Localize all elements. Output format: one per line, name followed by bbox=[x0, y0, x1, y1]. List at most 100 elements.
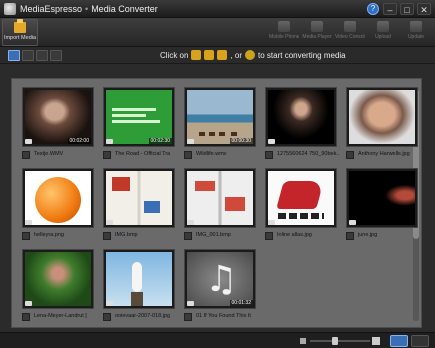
import-media-button[interactable]: Import Media bbox=[2, 19, 38, 46]
duration: 00:02:00 bbox=[67, 138, 91, 144]
media-thumbnail[interactable] bbox=[22, 249, 94, 309]
media-thumbnail[interactable]: 00:00:30 bbox=[184, 87, 256, 147]
video-filter-button[interactable] bbox=[22, 50, 34, 61]
grid-view-button[interactable] bbox=[390, 335, 408, 347]
music-note-icon: ♫ bbox=[205, 259, 238, 300]
all-media-filter-button[interactable] bbox=[8, 50, 20, 61]
module-name: Media Converter bbox=[91, 4, 158, 14]
photo-type-icon bbox=[106, 220, 113, 225]
filter-bar: Click on , or to start converting media bbox=[0, 47, 435, 64]
select-checkbox[interactable] bbox=[265, 232, 273, 240]
music-type-icon bbox=[187, 301, 194, 306]
photo-type-icon bbox=[268, 220, 275, 225]
media-thumbnail[interactable]: 00:02:00 bbox=[22, 87, 94, 147]
app-logo-icon bbox=[4, 3, 16, 15]
video-console-button[interactable]: Video Console bbox=[335, 19, 365, 46]
update-label: Update bbox=[407, 34, 425, 40]
photo-thumbnail bbox=[106, 252, 172, 306]
media-caption: ooievaar-2007-018.jpg bbox=[115, 313, 171, 319]
media-caption: Testje.WMV bbox=[34, 151, 64, 157]
photo-type-icon bbox=[268, 139, 275, 144]
hint-prefix: Click on bbox=[160, 50, 189, 60]
photo-thumbnail bbox=[25, 252, 91, 306]
media-thumbnail[interactable] bbox=[265, 168, 337, 228]
phone-icon bbox=[278, 21, 290, 32]
media-library: 00:02:00 Testje.WMV 00:02:30 The Road - … bbox=[11, 78, 422, 328]
zoom-track[interactable] bbox=[310, 340, 370, 342]
thumbnail-zoom-slider[interactable] bbox=[300, 337, 380, 345]
select-checkbox[interactable] bbox=[184, 313, 192, 321]
media-caption: 1275560624 750_90bek.. bbox=[277, 151, 339, 157]
media-caption: Lena-Meyer-Landrut [ bbox=[34, 313, 87, 319]
update-button[interactable]: Update bbox=[401, 19, 431, 46]
video-type-icon bbox=[106, 139, 113, 144]
video-frame bbox=[106, 90, 172, 144]
conversion-hint: Click on , or to start converting media bbox=[160, 50, 346, 60]
folder-icon bbox=[14, 19, 26, 33]
media-caption: 01 If You Found This It bbox=[196, 313, 251, 319]
select-checkbox[interactable] bbox=[184, 151, 192, 159]
select-checkbox[interactable] bbox=[22, 232, 30, 240]
media-thumbnail[interactable] bbox=[103, 249, 175, 309]
media-caption: Anthony Harwells.jpg bbox=[358, 151, 410, 157]
photo-thumbnail bbox=[349, 171, 415, 225]
photo-type-icon bbox=[349, 139, 356, 144]
select-checkbox[interactable] bbox=[346, 151, 354, 159]
media-thumbnail[interactable] bbox=[103, 168, 175, 228]
media-thumbnail[interactable] bbox=[184, 168, 256, 228]
media-caption: IMG_001.bmp bbox=[196, 232, 231, 238]
media-thumbnail[interactable] bbox=[346, 168, 418, 228]
select-checkbox[interactable] bbox=[265, 151, 273, 159]
zoom-in-icon[interactable] bbox=[372, 337, 380, 345]
duration: 00:00:30 bbox=[229, 138, 253, 144]
window-title: MediaEspresso • Media Converter bbox=[20, 4, 158, 14]
select-checkbox[interactable] bbox=[22, 151, 30, 159]
select-checkbox[interactable] bbox=[346, 232, 354, 240]
phone-hint-icon bbox=[191, 50, 202, 60]
duration: 00:02:30 bbox=[148, 138, 172, 144]
console-hint-icon bbox=[217, 50, 228, 60]
media-thumbnail[interactable] bbox=[346, 87, 418, 147]
zoom-handle[interactable] bbox=[332, 337, 338, 345]
music-filter-button[interactable] bbox=[36, 50, 48, 61]
upload-button[interactable]: Upload bbox=[368, 19, 398, 46]
app-name: MediaEspresso bbox=[20, 4, 83, 14]
video-frame bbox=[187, 90, 253, 144]
help-button[interactable]: ? bbox=[367, 3, 379, 15]
select-checkbox[interactable] bbox=[103, 232, 111, 240]
photo-filter-button[interactable] bbox=[50, 50, 62, 61]
photo-thumbnail bbox=[268, 90, 334, 144]
photo-type-icon bbox=[187, 220, 194, 225]
hint-suffix: to start converting media bbox=[258, 50, 346, 60]
select-checkbox[interactable] bbox=[103, 151, 111, 159]
photo-type-icon bbox=[349, 220, 356, 225]
media-thumbnail[interactable]: ♫ 00:01:32 bbox=[184, 249, 256, 309]
media-caption: Inline allas.jpg bbox=[277, 232, 312, 238]
media-thumbnail[interactable] bbox=[22, 168, 94, 228]
photo-thumbnail bbox=[187, 171, 253, 225]
media-player-label: Media Player bbox=[302, 34, 332, 40]
upload-hint-icon bbox=[245, 50, 256, 60]
upload-label: Upload bbox=[375, 34, 391, 40]
maximize-button[interactable]: □ bbox=[400, 3, 414, 15]
list-view-button[interactable] bbox=[411, 335, 429, 347]
title-bar: MediaEspresso • Media Converter ? – □ ✕ bbox=[0, 0, 435, 18]
media-thumbnail[interactable] bbox=[265, 87, 337, 147]
select-checkbox[interactable] bbox=[184, 232, 192, 240]
import-media-label: Import Media bbox=[3, 35, 37, 41]
media-filter-buttons bbox=[8, 50, 62, 61]
select-checkbox[interactable] bbox=[103, 313, 111, 321]
media-thumbnail[interactable]: 00:02:30 bbox=[103, 87, 175, 147]
hint-or: , or bbox=[230, 50, 243, 60]
close-button[interactable]: ✕ bbox=[417, 3, 431, 15]
photo-type-icon bbox=[25, 301, 32, 306]
mobile-phone-button[interactable]: Mobile Phone bbox=[269, 19, 299, 46]
media-player-button[interactable]: Media Player bbox=[302, 19, 332, 46]
zoom-out-icon[interactable] bbox=[300, 338, 306, 344]
minimize-button[interactable]: – bbox=[383, 3, 397, 15]
status-bar bbox=[0, 332, 435, 348]
mobile-phone-label: Mobile Phone bbox=[269, 34, 299, 40]
video-type-icon bbox=[187, 139, 194, 144]
select-checkbox[interactable] bbox=[22, 313, 30, 321]
update-icon bbox=[410, 21, 422, 32]
